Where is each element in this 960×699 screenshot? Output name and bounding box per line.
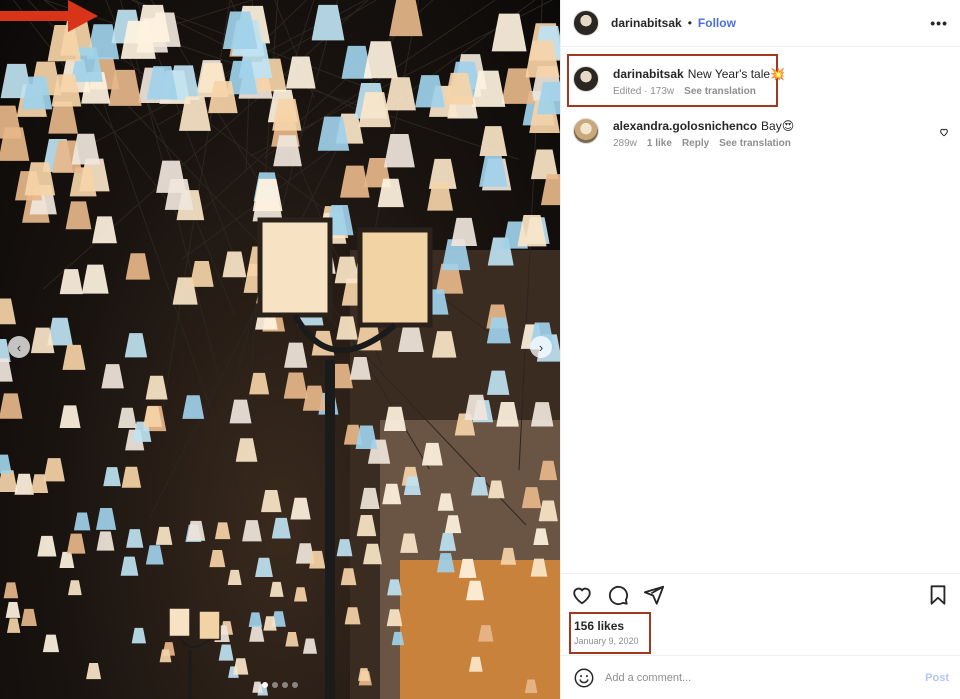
share-icon[interactable] [643, 584, 667, 608]
follow-button[interactable]: Follow [698, 16, 736, 30]
list-item: alexandra.golosnichenco Bay😍 289w 1 like … [573, 118, 794, 149]
comment-text: Bay😍 [761, 119, 795, 133]
avatar[interactable] [573, 10, 599, 36]
post-button[interactable]: Post [925, 672, 949, 684]
reply-button[interactable]: Reply [682, 138, 709, 149]
post-date[interactable]: January 9, 2020 [574, 636, 639, 646]
caption-text: New Year's tale💥 [687, 67, 785, 81]
bookmark-icon[interactable] [927, 584, 951, 608]
post-header: darinabitsak • Follow ••• [561, 0, 960, 47]
avatar[interactable] [573, 66, 599, 92]
see-translation-link[interactable]: See translation [719, 138, 791, 149]
header-username[interactable]: darinabitsak [611, 16, 682, 30]
carousel-dot [272, 682, 278, 688]
post-panel: darinabitsak • Follow ••• darinabitsak Ne… [560, 0, 960, 699]
separator-dot: • [687, 16, 692, 30]
more-horizontal-icon[interactable]: ••• [930, 15, 948, 31]
comment-input[interactable] [605, 671, 926, 684]
emoji-icon[interactable] [573, 667, 595, 689]
carousel-dot [282, 682, 288, 688]
caption: darinabitsak New Year's tale💥 Edited · 17… [573, 66, 785, 97]
post-photo: ‹ › [0, 0, 560, 699]
avatar[interactable] [573, 118, 599, 144]
carousel-next-button[interactable]: › [530, 336, 552, 358]
comment-age: 289w [613, 138, 637, 149]
carousel-dots [262, 682, 298, 688]
comment-likes-link[interactable]: 1 like [647, 138, 672, 149]
comment-icon[interactable] [607, 584, 631, 608]
comment-heart-icon[interactable] [939, 124, 949, 142]
post-actions: 156 likes January 9, 2020 [561, 573, 960, 655]
carousel-prev-button[interactable]: ‹ [8, 336, 30, 358]
see-translation-link[interactable]: See translation [684, 86, 756, 97]
comment-username[interactable]: alexandra.golosnichenco [613, 119, 757, 133]
comment-bar: Post [561, 655, 960, 699]
caption-edited-age: Edited · 173w [613, 86, 675, 97]
caption-username[interactable]: darinabitsak [613, 67, 684, 81]
lamps-illustration [0, 0, 560, 699]
carousel-dot [262, 682, 268, 688]
red-arrow-annotation [0, 0, 98, 32]
carousel-dot [292, 682, 298, 688]
heart-icon[interactable] [571, 584, 595, 608]
likes-count[interactable]: 156 likes [574, 619, 624, 633]
comments-list: darinabitsak New Year's tale💥 Edited · 17… [561, 48, 960, 573]
